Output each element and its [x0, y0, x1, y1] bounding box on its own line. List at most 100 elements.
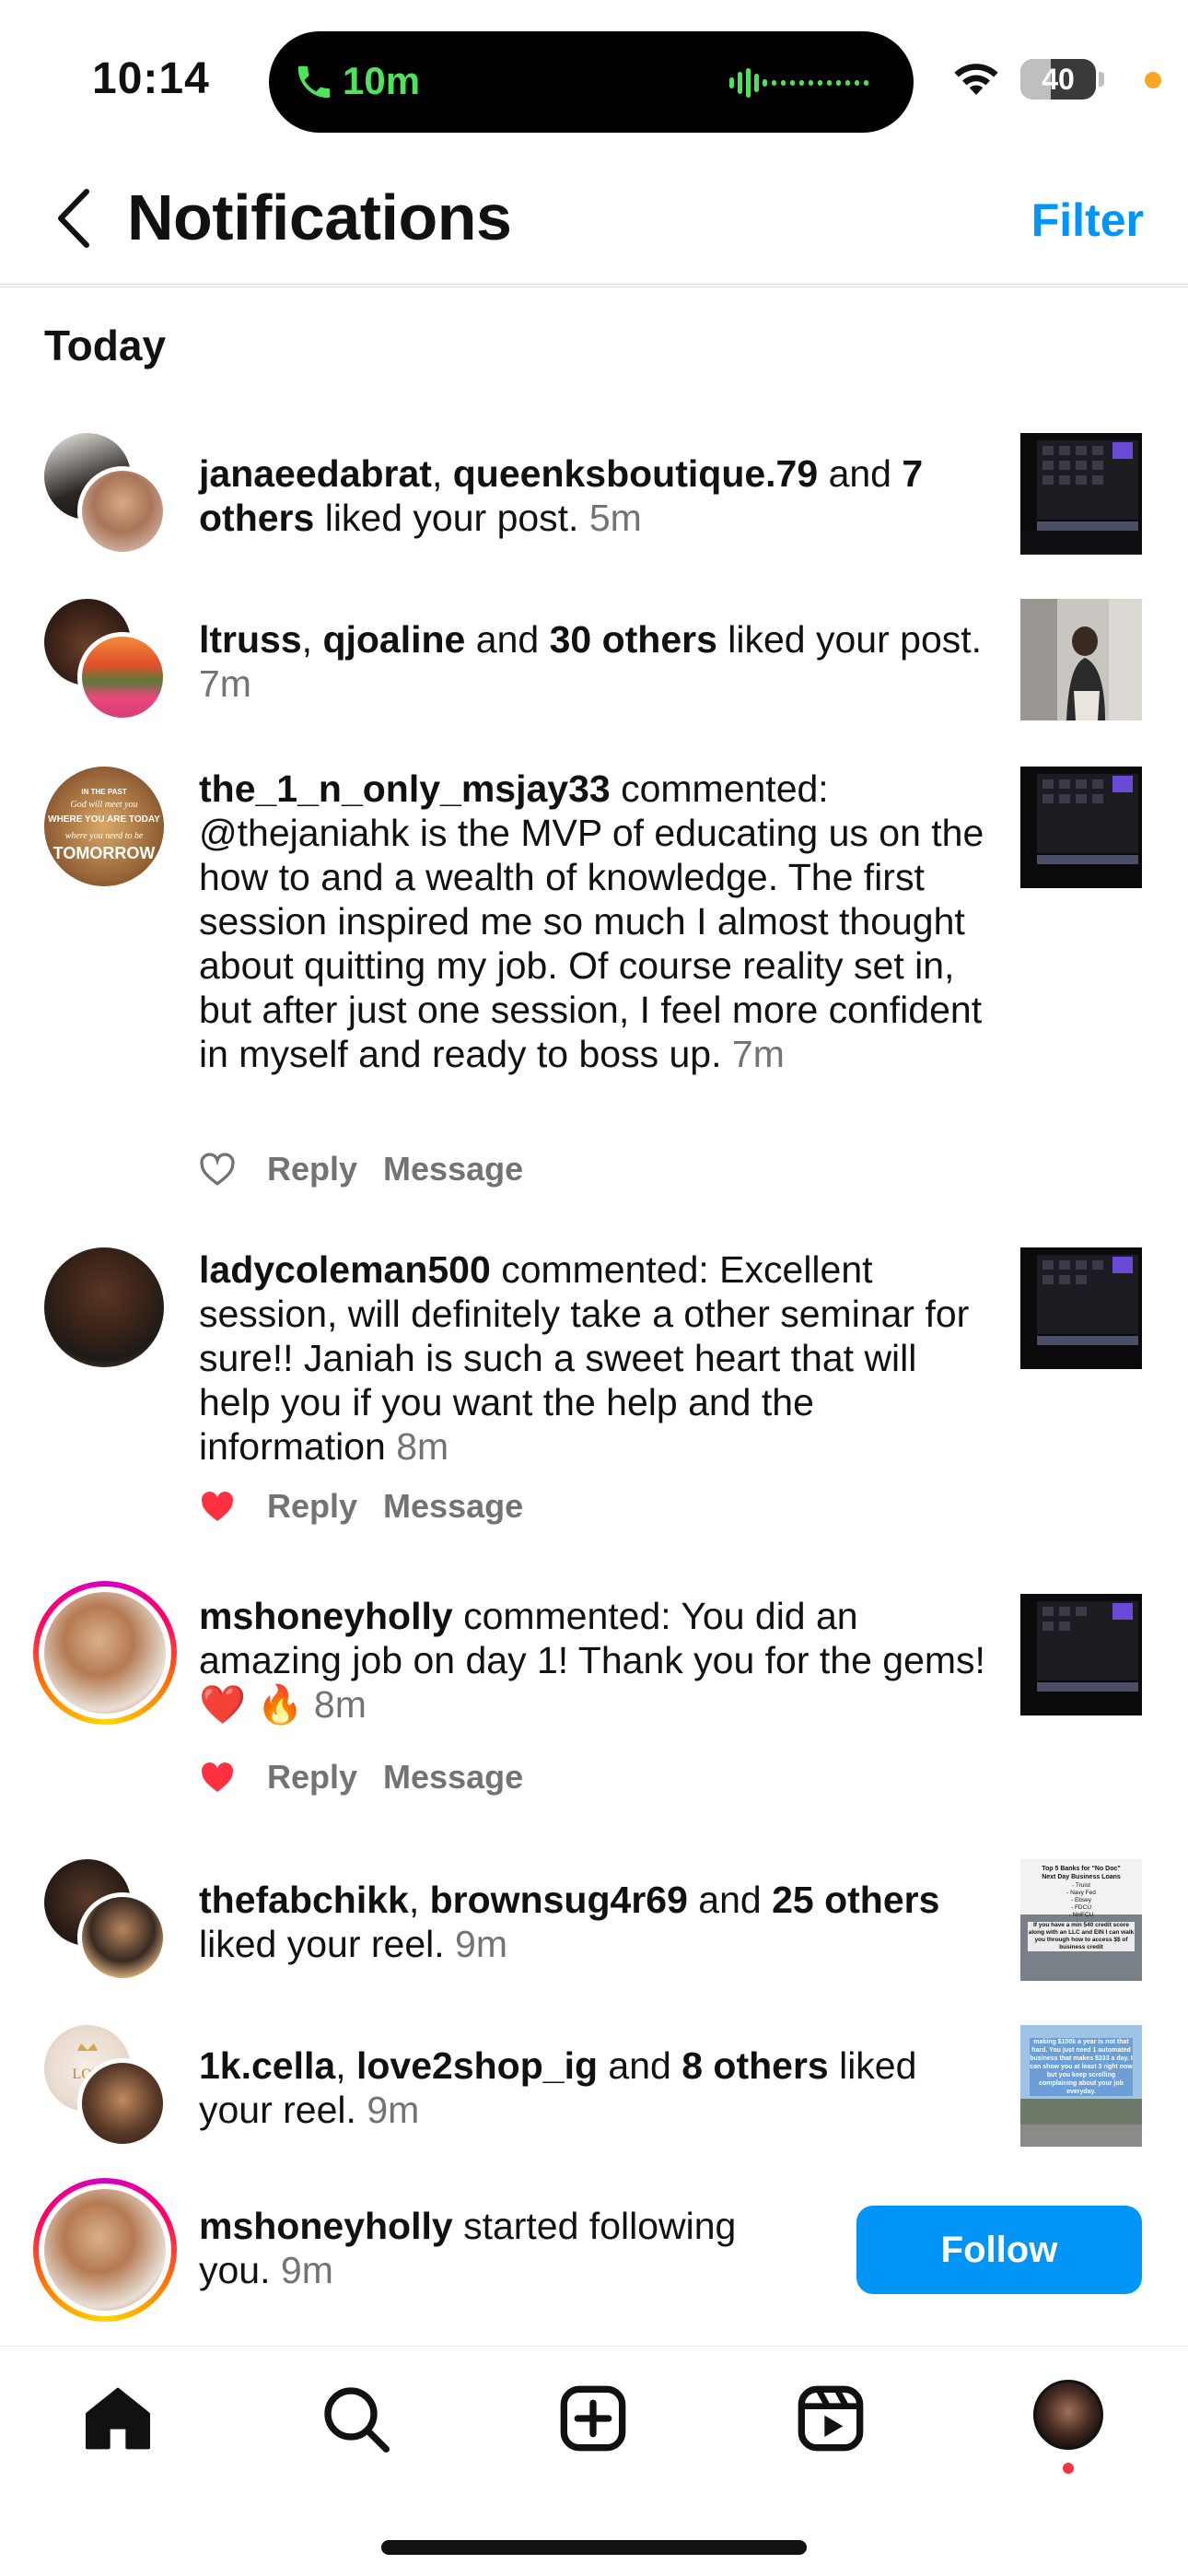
notification-text: the_1_n_only_msjay33 commented: @thejani…	[199, 767, 991, 1076]
username[interactable]: qjoaline	[322, 618, 465, 661]
notification-text: mshoneyholly commented: You did an amazi…	[199, 1594, 991, 1727]
home-indicator	[381, 2540, 807, 2555]
avatar-caption: WHERE YOU ARE TODAY	[48, 814, 160, 825]
status-time: 10:14	[92, 54, 210, 103]
comment-actions: Reply Message	[199, 1483, 523, 1529]
post-thumbnail[interactable]	[1020, 1247, 1142, 1369]
notification-action: liked your post.	[716, 618, 983, 661]
others-count[interactable]: 8 others	[681, 2044, 829, 2087]
notification-text: ltruss, qjoaline and 30 others liked you…	[199, 618, 983, 705]
username[interactable]: 1k.cella	[199, 2044, 335, 2087]
message-button[interactable]: Message	[383, 1487, 523, 1526]
notification-text: thefabchikk, brownsug4r69 and 25 others …	[199, 1879, 940, 1965]
username[interactable]: mshoneyholly	[199, 2205, 453, 2247]
username[interactable]: mshoneyholly	[199, 1595, 453, 1637]
comment-actions: Reply Message	[199, 1146, 523, 1192]
username[interactable]: love2shop_ig	[356, 2044, 598, 2087]
username[interactable]: queenksboutique.79	[453, 452, 818, 495]
like-heart-outline-icon[interactable]	[199, 1152, 236, 1187]
call-indicator-pill[interactable]: 10m	[269, 31, 914, 133]
section-title-today: Today	[44, 322, 167, 369]
reply-button[interactable]: Reply	[267, 1487, 357, 1526]
avatar-caption: TOMORROW	[53, 844, 156, 862]
timestamp: 5m	[588, 497, 642, 539]
timestamp: 7m	[199, 662, 251, 705]
notification-row[interactable]: mshoneyholly started following you. 9m F…	[0, 2172, 1188, 2329]
back-chevron-icon[interactable]	[52, 186, 98, 251]
notification-row[interactable]: LOV 1k.cella, love2shop_ig and 8 others …	[0, 2016, 1188, 2154]
reply-button[interactable]: Reply	[267, 1758, 357, 1797]
reel-caption: If you have a min 540 credit score along…	[1028, 1922, 1135, 1951]
message-button[interactable]: Message	[383, 1758, 523, 1797]
like-heart-filled-icon[interactable]	[199, 1760, 236, 1795]
create-post-icon[interactable]	[556, 2382, 630, 2455]
notification-text: janaeedabrat, queenksboutique.79 and 7 o…	[199, 452, 924, 539]
avatar	[77, 2058, 168, 2149]
reel-caption: - Navy Fed	[1066, 1890, 1096, 1896]
avatar	[77, 632, 168, 722]
post-thumbnail[interactable]	[1020, 767, 1142, 888]
notification-row[interactable]: janaeedabrat, queenksboutique.79 and 7 o…	[0, 424, 1188, 562]
avatar	[44, 1592, 166, 1714]
avatar-caption: IN THE PAST	[81, 788, 126, 796]
username[interactable]: the_1_n_only_msjay33	[199, 767, 611, 810]
username[interactable]: janaeedabrat	[199, 452, 432, 495]
story-ring[interactable]	[33, 1581, 177, 1725]
username[interactable]: thefabchikk	[199, 1879, 409, 1921]
phone-icon	[297, 65, 331, 99]
reel-thumbnail[interactable]: making $100k a year is not that hard. Yo…	[1020, 2025, 1142, 2147]
notification-row[interactable]: mshoneyholly commented: You did an amazi…	[0, 1581, 1188, 1811]
avatar	[77, 466, 168, 556]
username[interactable]: brownsug4r69	[430, 1879, 688, 1921]
battery-tip	[1099, 72, 1104, 87]
username[interactable]: ltruss	[199, 618, 302, 661]
reply-button[interactable]: Reply	[267, 1150, 357, 1188]
notification-text: ladycoleman500 commented: Excellent sess…	[199, 1247, 991, 1469]
others-count[interactable]: 30 others	[550, 618, 717, 661]
avatar	[44, 2189, 166, 2311]
notification-row[interactable]: ladycoleman500 commented: Excellent sess…	[0, 1236, 1188, 1540]
notification-row[interactable]: ltruss, qjoaline and 30 others liked you…	[0, 590, 1188, 728]
avatar-caption: where you need to be	[65, 831, 144, 841]
avatar-pair: LOV	[44, 2025, 168, 2149]
avatar-pair	[44, 1859, 168, 1983]
others-count[interactable]: 25 others	[772, 1879, 939, 1921]
reel-caption: - Truist	[1072, 1882, 1090, 1889]
post-thumbnail[interactable]	[1020, 599, 1142, 720]
post-thumbnail[interactable]	[1020, 433, 1142, 555]
avatar: IN THE PAST God will meet you WHERE YOU …	[44, 767, 164, 886]
post-thumbnail[interactable]	[1020, 1594, 1142, 1715]
notification-action: liked your reel.	[199, 1923, 445, 1965]
notification-row[interactable]: thefabchikk, brownsug4r69 and 25 others …	[0, 1850, 1188, 1988]
reel-thumbnail[interactable]: Top 5 Banks for "No Doc" Next Day Busine…	[1020, 1859, 1142, 1981]
reel-caption: Top 5 Banks for "No Doc"	[1042, 1866, 1120, 1872]
battery-indicator: 40	[1020, 59, 1096, 100]
follow-button[interactable]: Follow	[856, 2206, 1142, 2294]
audio-waveform-icon	[729, 68, 868, 98]
avatar-pair	[44, 433, 168, 556]
story-ring[interactable]	[33, 2178, 177, 2322]
profile-tab-avatar[interactable]	[1033, 2380, 1103, 2450]
timestamp: 8m	[313, 1683, 367, 1726]
reel-caption: Next Day Business Loans	[1042, 1874, 1121, 1880]
message-button[interactable]: Message	[383, 1150, 523, 1188]
header-divider	[0, 284, 1188, 287]
timestamp: 9m	[367, 2089, 420, 2131]
username[interactable]: ladycoleman500	[199, 1248, 491, 1291]
status-bar: 10:14 10m 40	[0, 0, 1188, 147]
notification-row[interactable]: IN THE PAST God will meet you WHERE YOU …	[0, 755, 1188, 1198]
home-icon[interactable]	[81, 2382, 155, 2455]
reels-icon[interactable]	[794, 2382, 868, 2455]
notification-text: 1k.cella, love2shop_ig and 8 others like…	[199, 2044, 917, 2131]
mic-in-use-dot	[1145, 72, 1161, 88]
avatar-pair	[44, 599, 168, 722]
notification-action: liked your post.	[314, 497, 579, 539]
avatar	[77, 1892, 168, 1983]
timestamp: 7m	[731, 1033, 785, 1075]
filter-button[interactable]: Filter	[1031, 193, 1144, 247]
search-icon[interactable]	[319, 2382, 392, 2455]
profile-notification-dot	[1063, 2463, 1074, 2474]
like-heart-filled-icon[interactable]	[199, 1489, 236, 1524]
timestamp: 9m	[455, 1923, 507, 1965]
timestamp: 8m	[396, 1425, 449, 1468]
